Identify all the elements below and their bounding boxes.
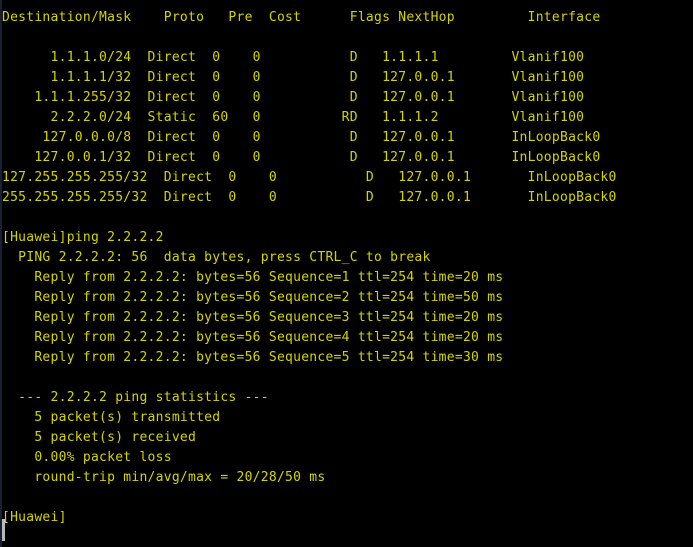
ping-reply-line: Reply from 2.2.2.2: bytes=56 Sequence=1 …	[2, 270, 504, 285]
routing-table-row: 127.0.0.1/32 Direct 0 0 D 127.0.0.1 InLo…	[2, 150, 601, 165]
ping-packets-transmitted: 5 packet(s) transmitted	[2, 410, 221, 425]
ping-reply-line: Reply from 2.2.2.2: bytes=56 Sequence=3 …	[2, 310, 504, 325]
routing-table-header: Destination/Mask Proto Pre Cost Flags Ne…	[2, 10, 601, 25]
routing-table-row: 255.255.255.255/32 Direct 0 0 D 127.0.0.…	[2, 190, 617, 205]
ping-reply-line: Reply from 2.2.2.2: bytes=56 Sequence=4 …	[2, 330, 504, 345]
ping-command-line: [Huawei]ping 2.2.2.2	[2, 230, 164, 245]
routing-table-row: 1.1.1.255/32 Direct 0 0 D 127.0.0.1 Vlan…	[2, 90, 585, 105]
ping-packet-loss: 0.00% packet loss	[2, 450, 172, 465]
device-prompt: [Huawei]	[2, 510, 67, 525]
ping-reply-line: Reply from 2.2.2.2: bytes=56 Sequence=5 …	[2, 350, 504, 365]
ping-round-trip: round-trip min/avg/max = 20/28/50 ms	[2, 470, 326, 485]
routing-table-row: 1.1.1.0/24 Direct 0 0 D 1.1.1.1 Vlanif10…	[2, 50, 585, 65]
text-cursor	[2, 519, 5, 541]
routing-table-row: 127.255.255.255/32 Direct 0 0 D 127.0.0.…	[2, 170, 617, 185]
terminal-screen[interactable]: Destination/Mask Proto Pre Cost Flags Ne…	[0, 0, 693, 547]
ping-packets-received: 5 packet(s) received	[2, 430, 197, 445]
routing-table-row: 2.2.2.0/24 Static 60 0 RD 1.1.1.2 Vlanif…	[2, 110, 585, 125]
routing-table-row: 1.1.1.1/32 Direct 0 0 D 127.0.0.1 Vlanif…	[2, 70, 585, 85]
terminal-output-buffer: Destination/Mask Proto Pre Cost Flags Ne…	[0, 0, 693, 547]
ping-statistics-heading: --- 2.2.2.2 ping statistics ---	[2, 390, 269, 405]
ping-banner-line: PING 2.2.2.2: 56 data bytes, press CTRL_…	[2, 250, 431, 265]
terminal-left-edge-strip	[0, 0, 2, 547]
routing-table-row: 127.0.0.0/8 Direct 0 0 D 127.0.0.1 InLoo…	[2, 130, 601, 145]
ping-reply-line: Reply from 2.2.2.2: bytes=56 Sequence=2 …	[2, 290, 504, 305]
